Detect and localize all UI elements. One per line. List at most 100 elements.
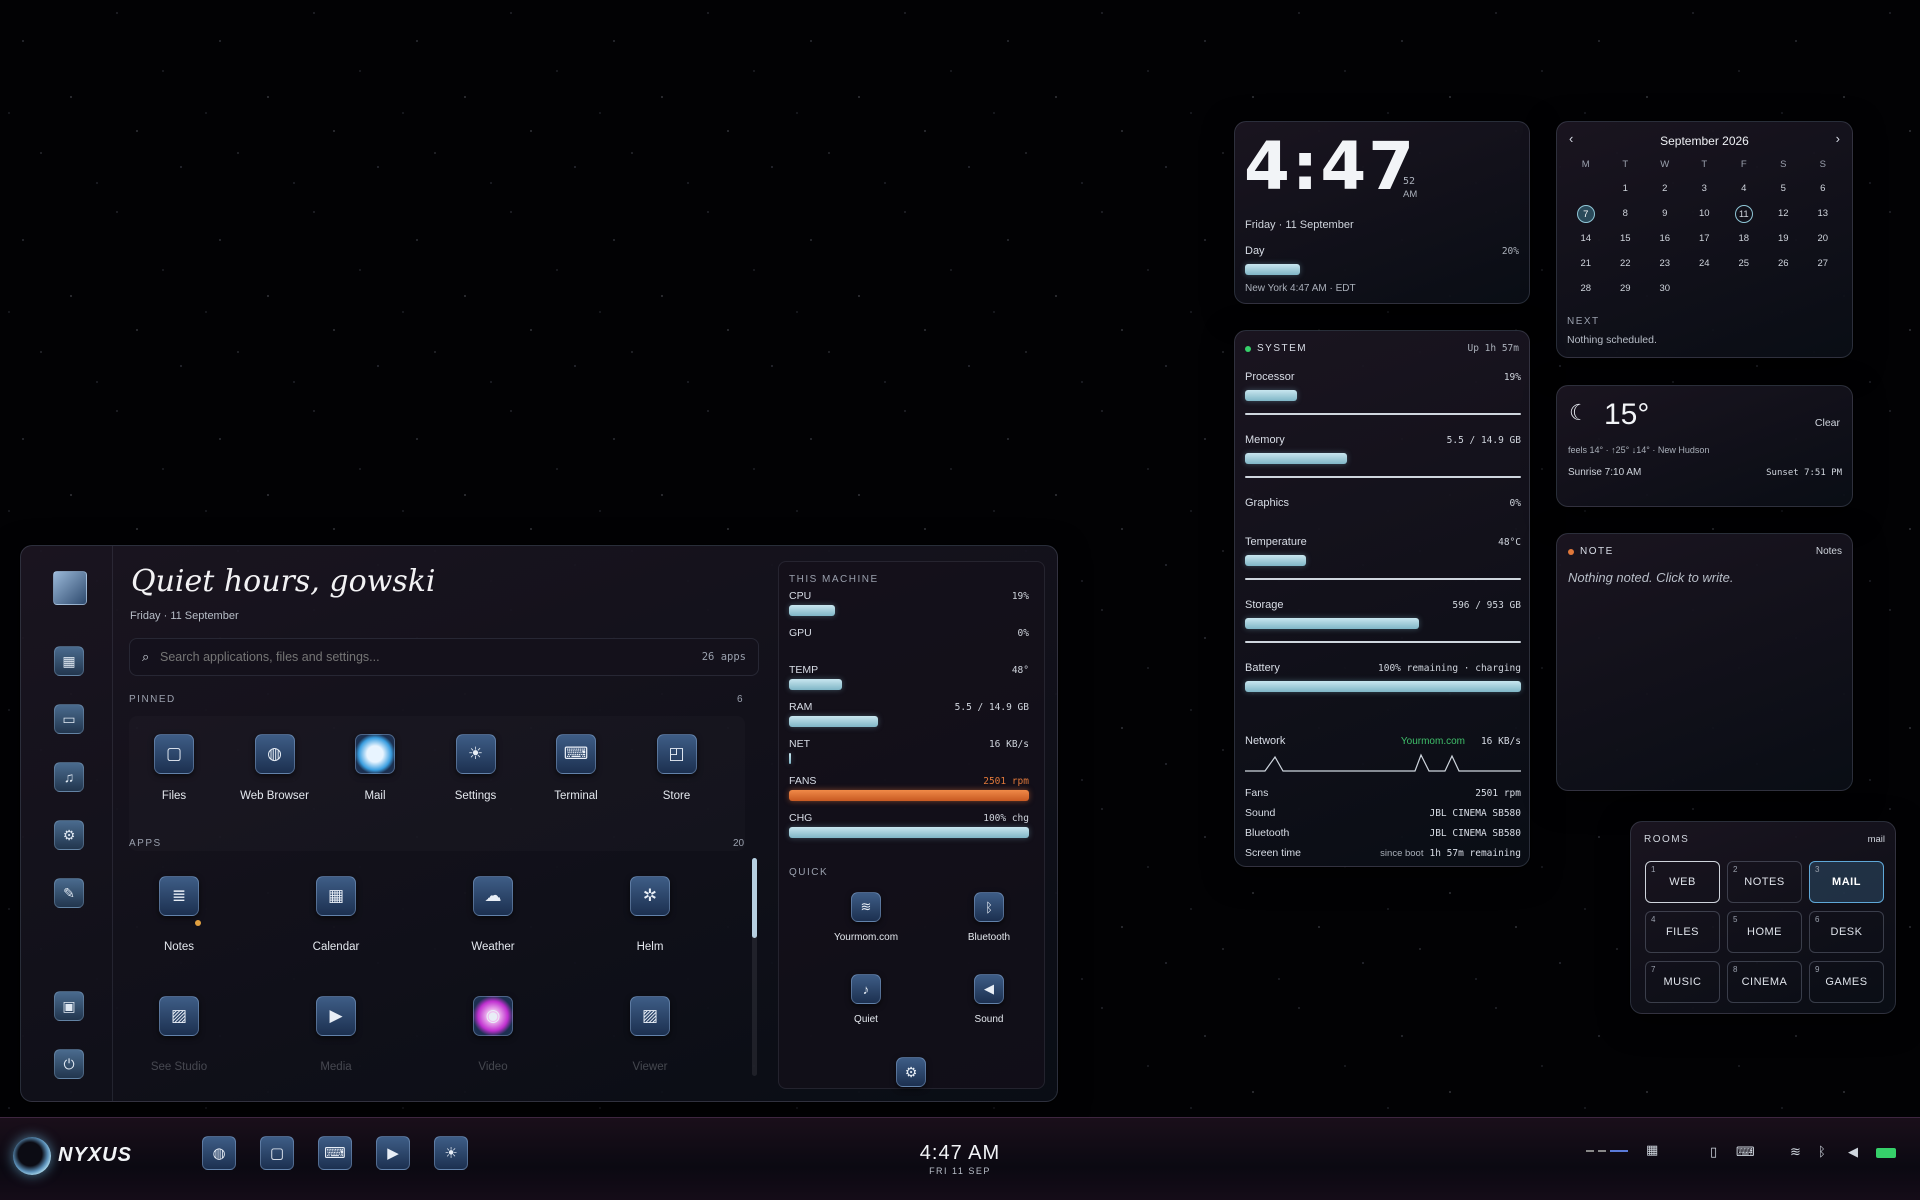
calendar-day[interactable]: 25 <box>1724 251 1764 276</box>
wifi-icon[interactable]: ≋ <box>1790 1144 1801 1160</box>
taskbar-media-icon[interactable]: ▶ <box>376 1136 410 1170</box>
rooms-title: ROOMS <box>1644 834 1690 845</box>
room-mail-button[interactable]: 3 MAIL <box>1809 861 1884 903</box>
wrench-icon[interactable]: ✎ <box>54 878 84 908</box>
calendar-day[interactable]: 3 <box>1685 176 1725 201</box>
calendar-day[interactable]: 23 <box>1645 251 1685 276</box>
music-icon[interactable]: ♫ <box>54 762 84 792</box>
calendar-day[interactable]: 29 <box>1606 276 1646 301</box>
room-web-button[interactable]: 1 WEB <box>1645 861 1720 903</box>
calendar-day[interactable]: 9 <box>1645 201 1685 226</box>
calendar-day[interactable]: 26 <box>1764 251 1804 276</box>
calendar-day[interactable]: 28 <box>1566 276 1606 301</box>
launcher-sidebar: ▦ ▭ ♫ ⚙ ✎ ▣ ⏻ <box>21 546 113 1101</box>
nyxus-logo-icon[interactable] <box>13 1137 51 1175</box>
taskbar-folder-icon[interactable]: ▢ <box>260 1136 294 1170</box>
calendar-day[interactable]: 27 <box>1803 251 1843 276</box>
room-notes-button[interactable]: 2 NOTES <box>1727 861 1802 903</box>
system-screen-row: Screen time since boot 1h 57m remaining <box>1245 847 1521 859</box>
apps-scrollbar[interactable] <box>752 858 757 1076</box>
search-bar[interactable]: ⌕ 26 apps <box>129 638 759 676</box>
calendar-day[interactable]: 30 <box>1645 276 1685 301</box>
bluetooth-icon[interactable]: ᛒ <box>1818 1144 1826 1159</box>
gear-icon[interactable]: ⚙ <box>54 820 84 850</box>
calendar-day[interactable]: 20 <box>1803 226 1843 251</box>
app-item[interactable]: ◉ Video <box>443 996 543 1073</box>
pinned-app[interactable]: ◍ Web Browser <box>225 734 325 802</box>
this-machine-panel: THIS MACHINE CPU 19% GPU 0% TEMP 48° RAM 5.5 / … <box>778 561 1045 1089</box>
keyboard-icon[interactable]: ⌨ <box>1736 1144 1755 1160</box>
calendar-day[interactable]: 13 <box>1803 201 1843 226</box>
pinned-app[interactable]: ⌨ Terminal <box>526 734 626 802</box>
system-title: SYSTEM <box>1257 343 1308 354</box>
note-body[interactable]: Nothing noted. Click to write. <box>1568 570 1733 585</box>
power-icon[interactable]: ⏻ <box>54 1049 84 1079</box>
app-label: Viewer <box>632 1061 668 1073</box>
app-item[interactable]: ≣ Notes <box>129 876 229 953</box>
calendar-day[interactable]: 15 <box>1606 226 1646 251</box>
battery-icon[interactable] <box>1876 1148 1896 1158</box>
quick-toggle[interactable]: ≋ Yourmom.com <box>826 892 906 943</box>
pinned-app[interactable]: ☀ Settings <box>426 734 526 802</box>
calendar-day[interactable]: 11 <box>1724 201 1764 226</box>
pinned-app[interactable]: ◰ Store <box>627 734 727 802</box>
layout-grid-icon[interactable]: ▦ <box>1646 1142 1658 1158</box>
room-music-button[interactable]: 7 MUSIC <box>1645 961 1720 1003</box>
taskbar-settings-icon[interactable]: ☀ <box>434 1136 468 1170</box>
calendar-day[interactable]: 22 <box>1606 251 1646 276</box>
note-widget[interactable]: NOTE Notes Nothing noted. Click to write… <box>1556 533 1853 791</box>
notes-link[interactable]: Notes <box>1816 546 1842 557</box>
quick-settings-gear-icon[interactable]: ⚙ <box>896 1057 926 1087</box>
taskbar-terminal-icon[interactable]: ⌨ <box>318 1136 352 1170</box>
app-item[interactable]: ▨ Viewer <box>600 996 700 1073</box>
app-item[interactable]: ▶ Media <box>286 996 386 1073</box>
user-avatar[interactable] <box>53 571 87 605</box>
app-item[interactable]: ▦ Calendar <box>286 876 386 953</box>
calendar-day[interactable]: 19 <box>1764 226 1804 251</box>
room-games-button[interactable]: 9 GAMES <box>1809 961 1884 1003</box>
workspace-indicator[interactable] <box>1586 1150 1628 1152</box>
calendar-day[interactable]: 1 <box>1606 176 1646 201</box>
quick-toggle[interactable]: ♪ Quiet <box>826 974 906 1025</box>
calendar-day[interactable]: 16 <box>1645 226 1685 251</box>
system-temperature-value: 48°C <box>1498 537 1521 548</box>
taskbar-globe-icon[interactable]: ◍ <box>202 1136 236 1170</box>
calendar-day[interactable]: 12 <box>1764 201 1804 226</box>
app-launcher: ▦ ▭ ♫ ⚙ ✎ ▣ ⏻ Quiet hours, gowski Friday… <box>20 545 1058 1102</box>
calendar-day[interactable]: 18 <box>1724 226 1764 251</box>
calendar-day[interactable]: 17 <box>1685 226 1725 251</box>
quick-toggle[interactable]: ᛒ Bluetooth <box>949 892 1029 943</box>
volume-icon[interactable]: ◀ <box>1848 1144 1858 1160</box>
app-item[interactable]: ✲ Helm <box>600 876 700 953</box>
calendar-day[interactable]: 24 <box>1685 251 1725 276</box>
app-item[interactable]: ☁ Weather <box>443 876 543 953</box>
phone-icon[interactable]: ▯ <box>1710 1144 1717 1160</box>
app-item[interactable]: ▨ See Studio <box>129 996 229 1073</box>
calendar-day[interactable]: 4 <box>1724 176 1764 201</box>
calendar-day[interactable]: 21 <box>1566 251 1606 276</box>
calendar-day[interactable]: 5 <box>1764 176 1804 201</box>
monitor-icon[interactable]: ▭ <box>54 704 84 734</box>
calendar-day[interactable]: 8 <box>1606 201 1646 226</box>
calendar-day[interactable]: 2 <box>1645 176 1685 201</box>
room-desk-button[interactable]: 6 DESK <box>1809 911 1884 953</box>
room-cinema-button[interactable]: 8 CINEMA <box>1727 961 1802 1003</box>
calendar-day[interactable]: 7 <box>1566 201 1606 226</box>
calendar-day[interactable]: 10 <box>1685 201 1725 226</box>
room-files-button[interactable]: 4 FILES <box>1645 911 1720 953</box>
lock-icon[interactable]: ▣ <box>54 991 84 1021</box>
next-month-button[interactable]: › <box>1836 131 1840 146</box>
calendar-day[interactable]: 6 <box>1803 176 1843 201</box>
apps-count: 20 <box>733 838 745 849</box>
mail-orb-icon <box>355 734 395 774</box>
search-input[interactable] <box>160 647 660 667</box>
pinned-app[interactable]: Mail <box>325 734 425 802</box>
machine-net-row: NET 16 KB/s <box>789 738 1029 768</box>
calendar-day[interactable]: 14 <box>1566 226 1606 251</box>
apps-grid-icon[interactable]: ▦ <box>54 646 84 676</box>
calendar-day-number: 8 <box>1622 207 1628 219</box>
quick-toggle[interactable]: ◀ Sound <box>949 974 1029 1025</box>
room-home-button[interactable]: 5 HOME <box>1727 911 1802 953</box>
pinned-app[interactable]: ▢ Files <box>124 734 224 802</box>
taskbar-time[interactable]: 4:47 AM <box>860 1142 1060 1165</box>
